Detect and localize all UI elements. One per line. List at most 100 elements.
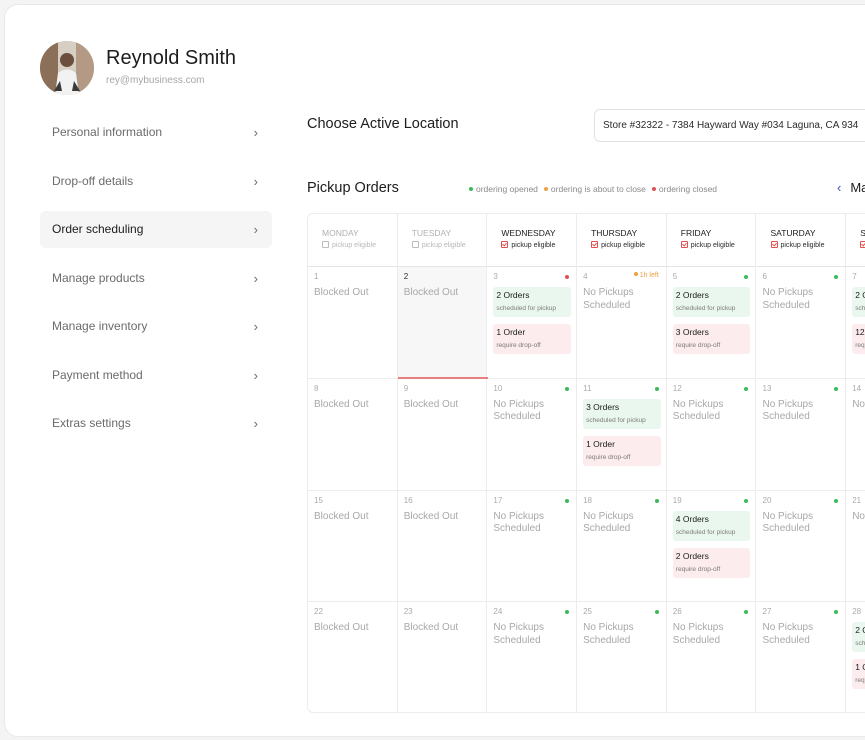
checkbox-icon[interactable] xyxy=(411,241,419,248)
closing-soon-label: 1h left xyxy=(639,272,659,279)
pickup-orders-badge[interactable]: 2 O sche xyxy=(852,622,865,653)
pickup-eligible-toggle[interactable]: pickup eligible xyxy=(680,241,756,249)
sidebar-item[interactable]: Manage products › xyxy=(40,260,272,297)
calendar-day-cell[interactable]: 28 2 O sche 1 O requ xyxy=(846,602,865,712)
calendar-day-cell[interactable]: 19 4 Orders scheduled for pickup 2 Orders re… xyxy=(666,490,757,603)
cell-status-text: Blocked Out xyxy=(403,510,459,522)
location-select[interactable]: Store #32322 - 7384 Hayward Way #034 Lag… xyxy=(594,109,865,142)
checkbox-icon[interactable] xyxy=(680,241,688,248)
status-dot-icon xyxy=(543,187,548,191)
sidebar-item[interactable]: Manage inventory › xyxy=(40,308,272,345)
calendar-day-cell[interactable]: 2 Blocked Out xyxy=(397,267,488,379)
day-name: THURSDAY xyxy=(591,228,638,238)
calendar-day-cell[interactable]: 17 No Pickups Scheduled xyxy=(487,490,578,603)
calendar-day-cell[interactable]: 18 No Pickups Scheduled xyxy=(577,490,667,603)
chevron-right-icon: › xyxy=(253,416,258,431)
pickup-orders-badge[interactable]: 2 O sche xyxy=(852,287,865,317)
day-number: 21 xyxy=(852,495,862,505)
badge-count: 2 Orders xyxy=(496,290,530,300)
closing-soon-note: 1h left xyxy=(633,272,659,279)
cell-status-text: No Pickups Scheduled xyxy=(493,510,544,535)
chevron-right-icon: › xyxy=(253,125,258,140)
calendar-day-cell[interactable]: 14 No Sch xyxy=(846,379,865,491)
badge-caption: sche xyxy=(855,305,865,312)
dropoff-orders-badge[interactable]: 3 Orders require drop-off xyxy=(672,324,751,354)
calendar-day-cell[interactable]: 27 No Pickups Scheduled xyxy=(757,602,847,712)
dropoff-orders-badge[interactable]: 2 Orders require drop-off xyxy=(672,547,751,578)
pickup-orders-badge[interactable]: 2 Orders scheduled for pickup xyxy=(493,287,572,317)
calendar-day-cell[interactable]: 10 No Pickups Scheduled xyxy=(487,378,578,491)
badge-caption: scheduled for pickup xyxy=(586,416,646,424)
chevron-left-icon[interactable]: ‹ xyxy=(837,180,841,195)
pickup-eligible-toggle[interactable]: pickup eligible xyxy=(770,241,846,249)
day-header: WEDNESDAY pickup eligible xyxy=(487,214,578,267)
day-number: 27 xyxy=(762,607,772,617)
day-number: 1 xyxy=(314,272,319,281)
calendar-day-cell[interactable]: 16 Blocked Out xyxy=(397,490,488,603)
pickup-eligible-toggle[interactable]: pickup eligible xyxy=(501,241,576,249)
sidebar-item[interactable]: Personal information › xyxy=(40,114,272,151)
cell-status-text: Blocked Out xyxy=(314,622,369,634)
checkbox-icon[interactable] xyxy=(501,241,509,248)
checkbox-icon[interactable] xyxy=(860,241,865,248)
day-number: 20 xyxy=(762,495,772,505)
cell-status-text: Blocked Out xyxy=(403,622,459,634)
calendar-day-cell[interactable]: 24 No Pickups Scheduled xyxy=(487,602,578,712)
calendar-day-cell[interactable]: 12 No Pickups Scheduled xyxy=(666,378,757,491)
status-dot-icon xyxy=(565,386,570,391)
calendar-day-cell[interactable]: 6 No Pickups Scheduled xyxy=(756,267,847,379)
pickup-eligible-label: pickup eligible xyxy=(690,242,735,249)
day-number: 3 xyxy=(493,272,498,281)
calendar-day-cell[interactable]: 21 No Sch xyxy=(846,491,865,603)
pickup-orders-badge[interactable]: 3 Orders scheduled for pickup xyxy=(583,398,661,429)
calendar-day-cell[interactable]: 1 Blocked Out xyxy=(308,267,398,379)
calendar-day-cell[interactable]: 8 Blocked Out xyxy=(308,378,398,491)
calendar-day-cell[interactable]: 3 2 Orders scheduled for pickup 1 Order requ… xyxy=(487,267,578,379)
calendar-day-cell[interactable]: 23 Blocked Out xyxy=(398,602,488,712)
legend-label: ordering closed xyxy=(658,184,718,194)
calendar-day-cell[interactable]: 13 No Pickups Scheduled xyxy=(756,378,847,491)
pickup-calendar: MONDAY pickup eligible TUESDAY pickup eligi… xyxy=(307,213,865,713)
pickup-orders-badge[interactable]: 4 Orders scheduled for pickup xyxy=(672,510,751,541)
day-number: 24 xyxy=(493,607,503,617)
dropoff-orders-badge[interactable]: 12 O requ xyxy=(852,324,865,354)
badge-caption: requ xyxy=(855,677,865,685)
pickup-orders-badge[interactable]: 2 Orders scheduled for pickup xyxy=(672,287,751,317)
dropoff-orders-badge[interactable]: 1 Order require drop-off xyxy=(583,435,661,466)
calendar-day-cell[interactable]: 4 1h left No Pickups Scheduled xyxy=(577,267,667,379)
status-dot-icon xyxy=(654,386,659,391)
sidebar-item[interactable]: Drop-off details › xyxy=(40,163,272,200)
sidebar-item[interactable]: Extras settings › xyxy=(40,405,272,442)
checkbox-icon[interactable] xyxy=(322,241,329,248)
calendar-day-cell[interactable]: 26 No Pickups Scheduled xyxy=(667,602,757,712)
app-card: Reynold Smith rey@mybusiness.com Persona… xyxy=(4,4,865,737)
day-name: SUNDAY xyxy=(860,228,865,238)
dropoff-orders-badge[interactable]: 1 O requ xyxy=(852,659,865,690)
avatar-photo xyxy=(40,41,94,95)
pickup-eligible-label: pickup eligible xyxy=(332,242,376,249)
pickup-eligible-toggle[interactable]: pickup eligible xyxy=(591,241,666,249)
avatar[interactable] xyxy=(40,41,94,95)
calendar-day-cell[interactable]: 15 Blocked Out xyxy=(308,490,398,603)
cell-status-text: No Sch xyxy=(852,510,865,522)
pickup-eligible-toggle[interactable]: pickup eligible xyxy=(411,241,487,249)
checkbox-icon[interactable] xyxy=(591,241,599,248)
calendar-day-cell[interactable]: 22 Blocked Out xyxy=(308,602,398,712)
pickup-eligible-label: pickup eligible xyxy=(601,242,646,249)
location-title: Choose Active Location xyxy=(307,116,459,132)
pickup-eligible-toggle[interactable]: pickup eligible xyxy=(860,241,865,249)
badge-count: 3 Orders xyxy=(675,327,709,337)
sidebar-item[interactable]: Order scheduling › xyxy=(40,211,272,248)
day-header: FRIDAY pickup eligible xyxy=(666,214,757,267)
calendar-day-cell[interactable]: 25 No Pickups Scheduled xyxy=(577,602,667,712)
profile-name: Reynold Smith xyxy=(106,47,237,69)
calendar-day-cell[interactable]: 20 No Pickups Scheduled xyxy=(756,490,847,603)
calendar-day-cell[interactable]: 11 3 Orders scheduled for pickup 1 Order req… xyxy=(577,378,667,491)
calendar-day-cell[interactable]: 5 2 Orders scheduled for pickup 3 Orders req… xyxy=(666,267,757,379)
checkbox-icon[interactable] xyxy=(770,241,778,248)
dropoff-orders-badge[interactable]: 1 Order require drop-off xyxy=(493,324,572,354)
calendar-day-cell[interactable]: 9 Blocked Out xyxy=(397,378,488,491)
calendar-day-cell[interactable]: 7 2 O sche 12 O requ xyxy=(846,267,865,379)
sidebar-item[interactable]: Payment method › xyxy=(40,357,272,394)
pickup-eligible-toggle[interactable]: pickup eligible xyxy=(322,241,397,249)
